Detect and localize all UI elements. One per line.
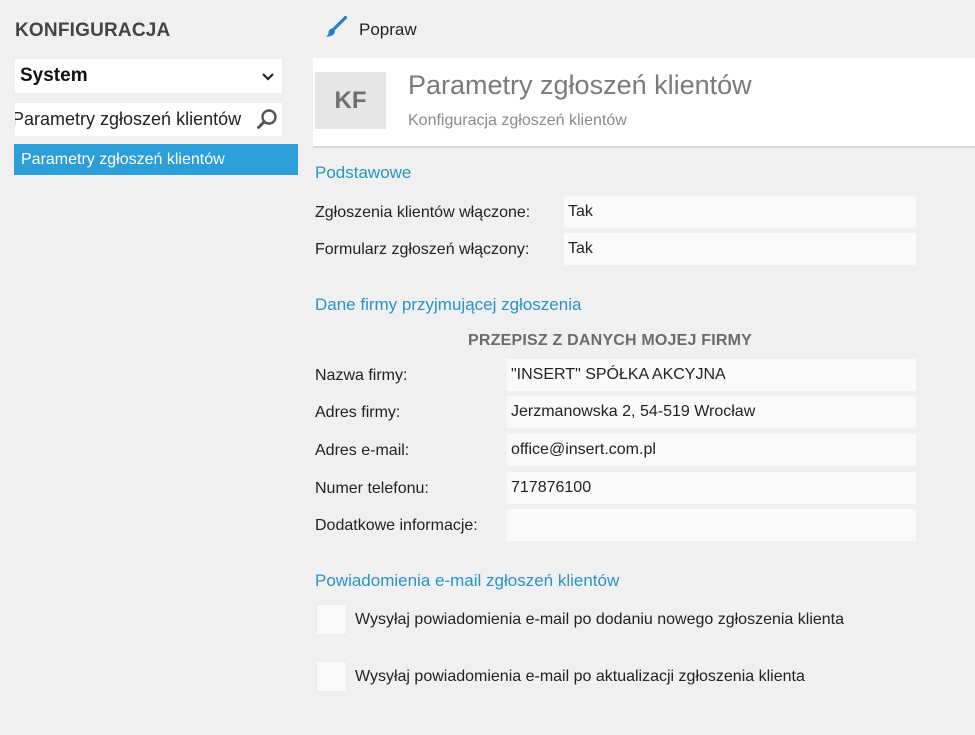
toolbar: Popraw	[300, 0, 975, 56]
edit-button[interactable]: Popraw	[325, 15, 417, 43]
search-box	[15, 103, 282, 136]
checkbox-notify-update-label: Wysyłaj powiadomienia e-mail po aktualiz…	[355, 668, 805, 685]
field-company-address[interactable]: Jerzmanowska 2, 54-519 Wrocław	[507, 396, 916, 428]
sidebar-title: KONFIGURACJA	[15, 20, 171, 41]
checkbox-notify-update[interactable]	[316, 661, 347, 692]
page-title: Parametry zgłoszeń klientów	[408, 70, 752, 100]
sidebar-item-parametry[interactable]: Parametry zgłoszeń klientów	[14, 144, 298, 175]
module-select[interactable]: System	[15, 59, 282, 93]
section-notifications-heading: Powiadomienia e-mail zgłoszeń klientów	[315, 571, 620, 590]
label-company-email: Adres e-mail:	[315, 442, 410, 459]
module-badge: KF	[315, 72, 386, 129]
module-select-value: System	[20, 65, 88, 86]
label-company-address: Adres firmy:	[315, 404, 401, 421]
checkbox-notify-new-label: Wysyłaj powiadomienia e-mail po dodaniu …	[355, 611, 845, 628]
label-company-name: Nazwa firmy:	[315, 367, 408, 384]
section-basic-heading: Podstawowe	[315, 163, 412, 182]
field-company-phone[interactable]: 717876100	[507, 472, 916, 504]
copy-company-data-button[interactable]: PRZEPISZ Z DANYCH MOJEJ FIRMY	[468, 332, 752, 350]
sidebar: KONFIGURACJA System Parametry zgłoszeń k…	[0, 0, 300, 735]
label-form-enabled: Formularz zgłoszeń włączony:	[315, 241, 530, 258]
label-additional-info: Dodatkowe informacje:	[315, 517, 478, 534]
field-form-enabled[interactable]: Tak	[564, 233, 916, 265]
label-requests-enabled: Zgłoszenia klientów włączone:	[315, 204, 531, 221]
main-panel: KF Parametry zgłoszeń klientów Konfigura…	[300, 56, 975, 735]
label-company-phone: Numer telefonu:	[315, 480, 429, 497]
page-subtitle: Konfiguracja zgłoszeń klientów	[408, 112, 627, 129]
section-company-heading: Dane firmy przyjmującej zgłoszenia	[315, 295, 582, 314]
search-icon[interactable]	[256, 108, 278, 130]
field-requests-enabled[interactable]: Tak	[564, 196, 916, 228]
chevron-down-icon	[262, 68, 274, 84]
checkbox-notify-new[interactable]	[316, 604, 347, 635]
field-company-name[interactable]: "INSERT" SPÓŁKA AKCYJNA	[507, 359, 916, 391]
sidebar-item-label: Parametry zgłoszeń klientów	[21, 150, 225, 168]
field-company-email[interactable]: office@insert.com.pl	[507, 434, 916, 466]
page-header: KF Parametry zgłoszeń klientów Konfigura…	[313, 58, 975, 148]
edit-button-label: Popraw	[359, 19, 417, 39]
field-additional-info[interactable]	[507, 509, 916, 541]
search-input[interactable]	[15, 109, 252, 130]
brush-icon	[325, 15, 348, 43]
